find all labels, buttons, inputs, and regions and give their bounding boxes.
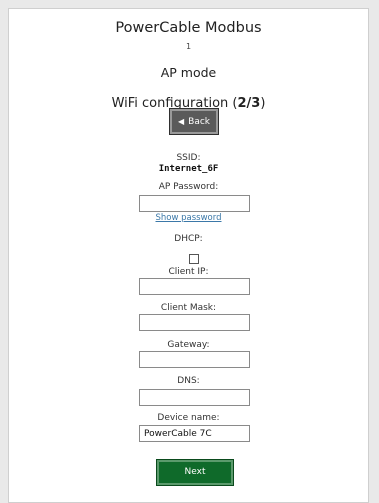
ssid-label: SSID: — [176, 153, 201, 163]
gateway-label: Gateway: — [167, 340, 210, 350]
ap-password-label: AP Password: — [158, 182, 219, 192]
ssid-value: Internet_6F — [158, 164, 219, 174]
back-button[interactable]: ◀ Back — [169, 108, 219, 135]
device-number: 1 — [185, 42, 192, 51]
dns-field[interactable] — [139, 389, 250, 406]
dns-label: DNS: — [177, 376, 200, 386]
show-password-link[interactable]: Show password — [9, 213, 368, 223]
device-name-label: Device name: — [157, 413, 220, 423]
client-mask-label: Client Mask: — [160, 303, 217, 313]
wifi-step: 2/3 — [237, 96, 261, 111]
config-panel: PowerCable Modbus 1 AP mode WiFi configu… — [8, 8, 369, 503]
client-ip-label: Client IP: — [168, 267, 209, 277]
wifi-heading-suffix: ) — [260, 96, 266, 111]
client-mask-field[interactable] — [139, 314, 250, 331]
device-name-field[interactable] — [139, 425, 250, 442]
gateway-field[interactable] — [139, 351, 250, 368]
client-ip-field[interactable] — [139, 278, 250, 295]
page-title: PowerCable Modbus — [115, 20, 262, 36]
ap-password-field[interactable] — [139, 195, 250, 212]
mode-label: AP mode — [160, 65, 217, 80]
dhcp-label: DHCP: — [174, 234, 203, 244]
triangle-left-icon: ◀ — [177, 117, 185, 126]
dhcp-checkbox[interactable] — [189, 254, 199, 264]
back-button-label: Back — [188, 117, 210, 127]
next-button[interactable]: Next — [156, 459, 234, 486]
